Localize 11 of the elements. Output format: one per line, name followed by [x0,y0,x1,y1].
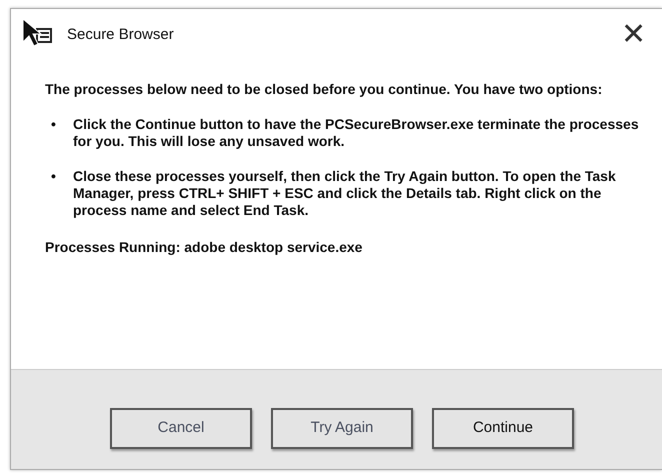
bullet-icon: • [45,116,73,150]
intro-text: The processes below need to be closed before you continue. You have two options: [45,81,604,98]
dialog-button[interactable]: Cancel [110,408,252,449]
window-title: Secure Browser [67,24,174,45]
option-text: Close these processes yourself, then click the Try Again button. To open the Task Manager, press CTRL+ SHIFT + ESC and click the Details tab. Right click on the process name and select End Task. [73,168,617,220]
close-button[interactable]: ✕ [617,20,650,50]
dialog-button[interactable]: Continue [432,408,574,449]
option-text: Click the Continue button to have the PCSecureBrowser.exe terminate the processes for you. This will lose any unsaved work. [73,116,640,150]
dialog-button[interactable]: Try Again [271,408,413,449]
processes-text: Processes Running: adobe desktop service.exe [45,239,364,257]
bullet-icon: • [45,168,73,220]
